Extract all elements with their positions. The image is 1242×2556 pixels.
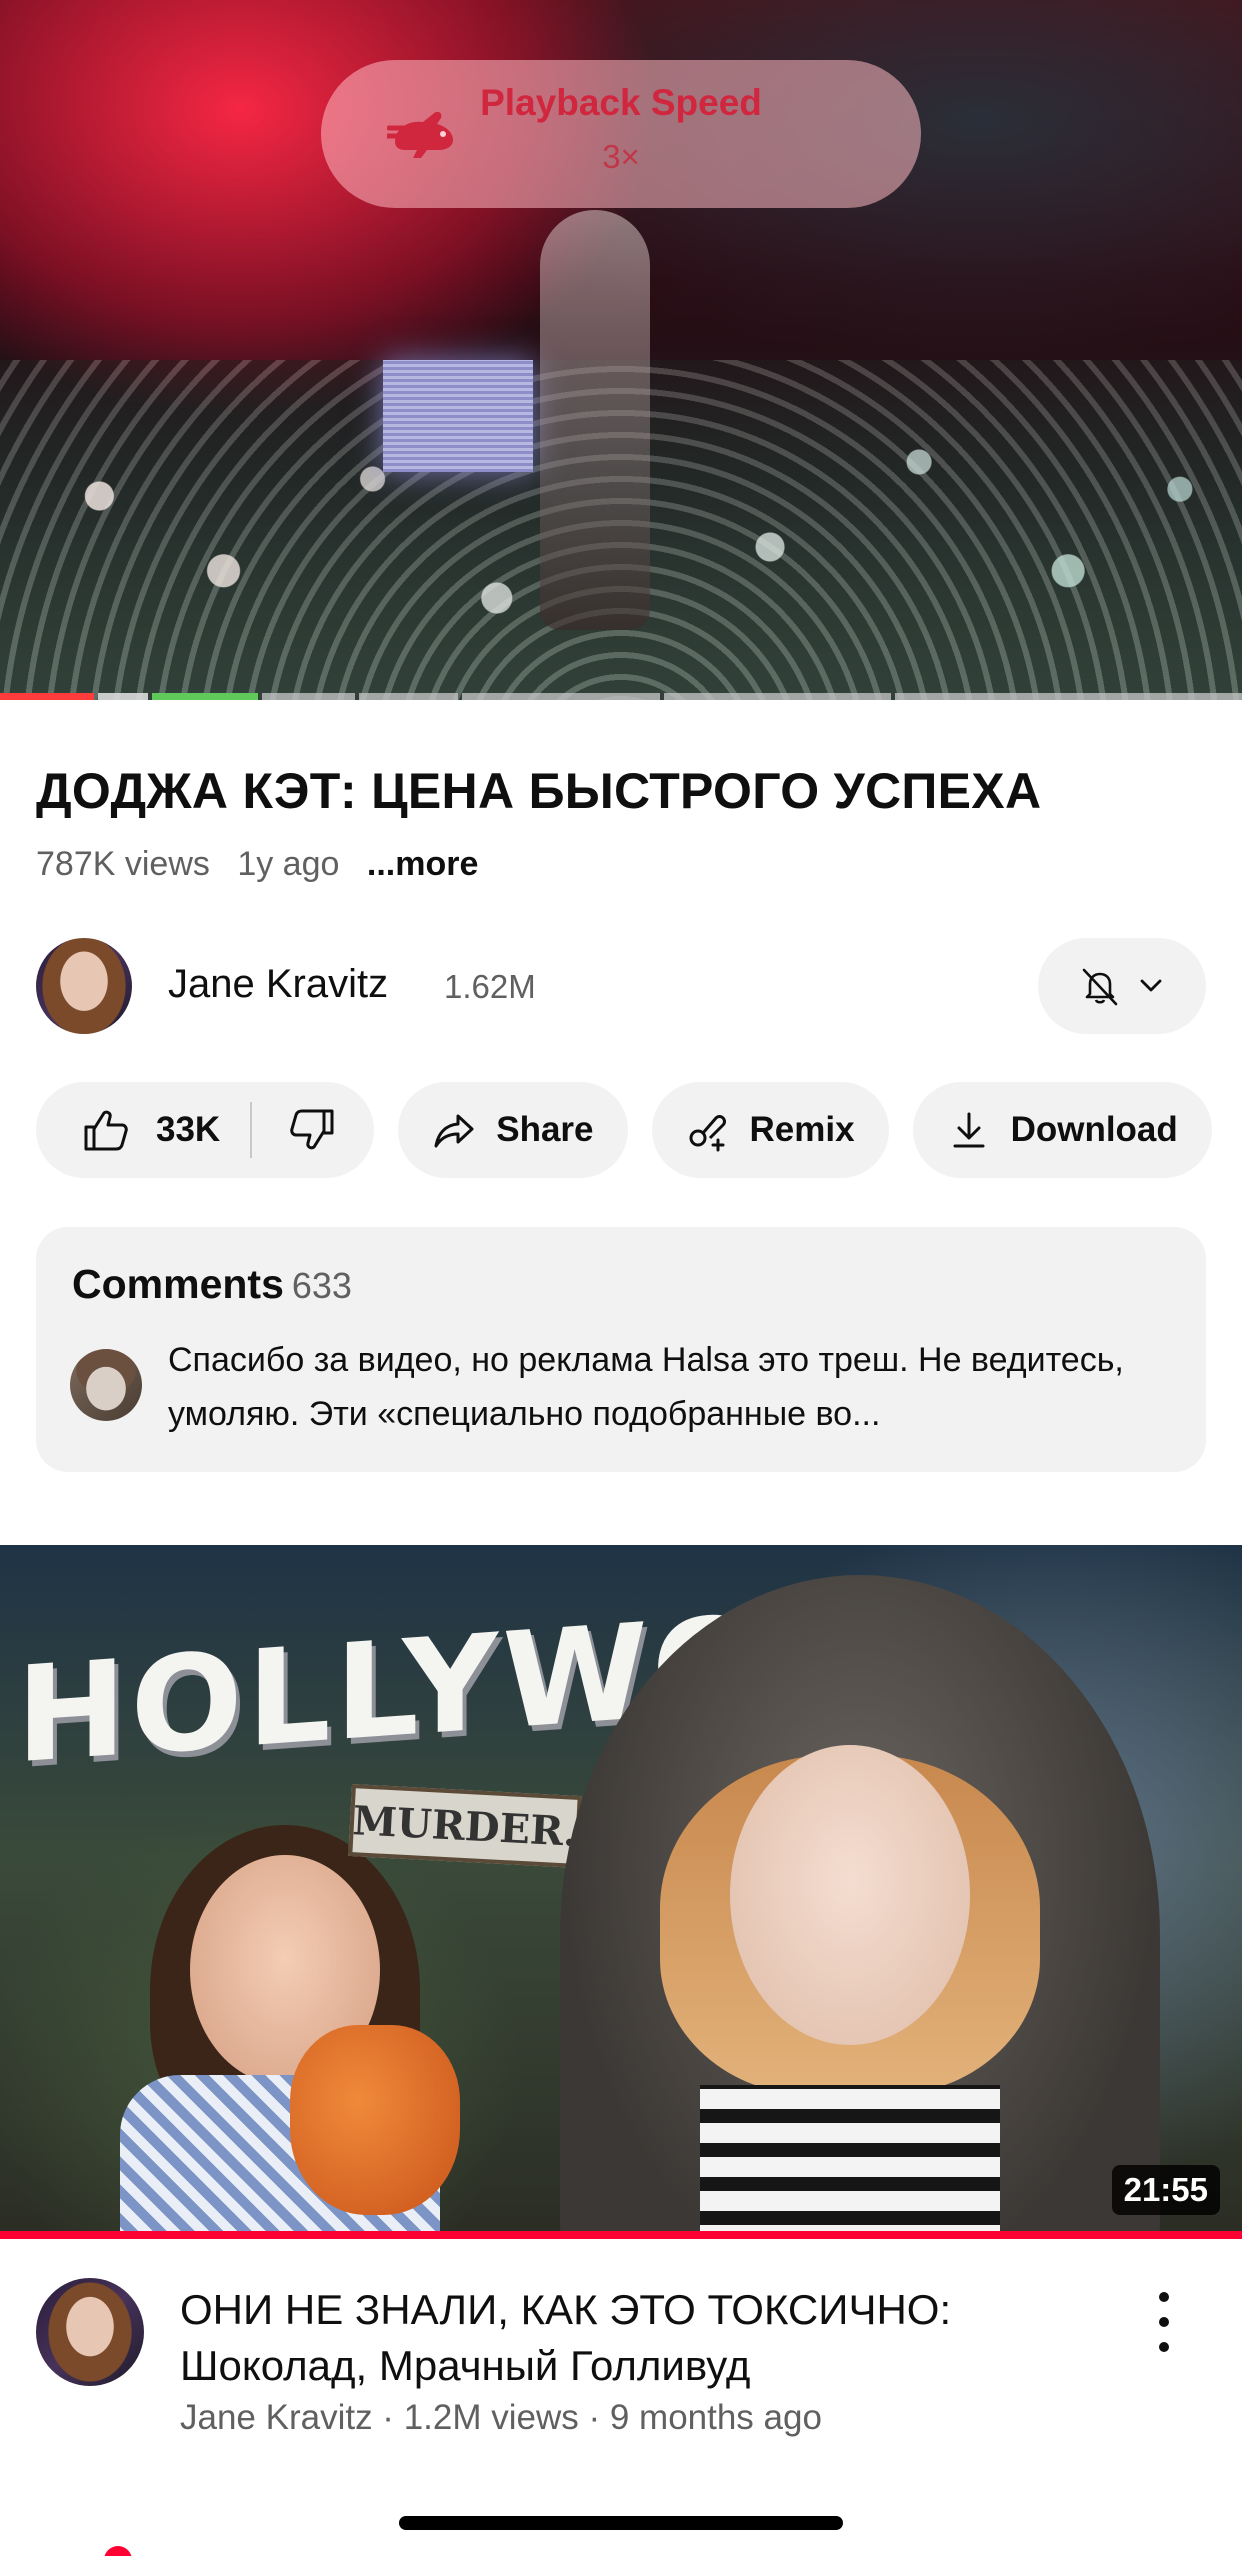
- progress-chapter-segment: [261, 693, 355, 700]
- thumbnail-woman-face: [730, 1745, 970, 2045]
- progress-chapter-segment: [98, 693, 148, 700]
- next-video-thumbnail[interactable]: HOLLYWOOD MURDER. 21:55: [0, 1545, 1242, 2237]
- thumbs-up-icon: [84, 1110, 128, 1151]
- thumbnail-skeleton-shirt: [700, 2085, 1000, 2237]
- thumbs-down-icon: [290, 1109, 334, 1150]
- video-frame-tv: [383, 360, 533, 472]
- next-video-meta: Jane Kravitz · 1.2M views · 9 months ago: [180, 2398, 822, 2437]
- like-button[interactable]: 33K: [36, 1082, 250, 1178]
- share-button[interactable]: Share: [398, 1082, 628, 1178]
- next-video-channel-avatar[interactable]: [36, 2278, 144, 2386]
- channel-avatar[interactable]: [36, 938, 132, 1034]
- progress-chapter-segment: [663, 693, 892, 700]
- comments-label: Comments: [72, 1261, 284, 1307]
- subscriber-count: 1.62M: [444, 968, 536, 1005]
- playback-speed-overlay: Playback Speed 3×: [321, 60, 921, 208]
- like-count: 33K: [156, 1110, 221, 1149]
- video-player[interactable]: Playback Speed 3×: [0, 0, 1242, 700]
- dislike-button[interactable]: [252, 1082, 374, 1178]
- progress-chapter-segment: [895, 693, 1242, 700]
- action-bar: 33K Share Remix Download: [36, 1082, 1212, 1178]
- share-label: Share: [496, 1110, 594, 1149]
- partial-item-peek: [104, 2546, 132, 2556]
- remix-label: Remix: [749, 1110, 855, 1149]
- video-progress-bar[interactable]: [0, 693, 1242, 700]
- more-options-icon[interactable]: [1152, 2292, 1176, 2352]
- bell-off-icon: [1082, 968, 1118, 1006]
- watched-progress-bar: [0, 2231, 1242, 2239]
- progress-sponsor-segment: [151, 693, 258, 700]
- remix-button[interactable]: Remix: [651, 1082, 889, 1178]
- next-video-title[interactable]: ОНИ НЕ ЗНАЛИ, КАК ЭТО ТОКСИЧНО: Шоколад,…: [180, 2282, 1120, 2394]
- commenter-avatar: [70, 1349, 142, 1421]
- home-indicator[interactable]: [399, 2516, 843, 2530]
- video-frame-figure: [540, 210, 650, 630]
- next-video-info[interactable]: ОНИ НЕ ЗНАЛИ, КАК ЭТО ТОКСИЧНО: Шоколад,…: [36, 2278, 1206, 2448]
- video-meta[interactable]: 787K views 1y ago ...more: [36, 845, 496, 884]
- progress-played-segment: [0, 693, 95, 700]
- thumbnail-murder-sign: MURDER.: [348, 1784, 582, 1868]
- video-title[interactable]: ДОДЖА КЭТ: ЦЕНА БЫСТРОГО УСПЕХА: [36, 762, 1041, 820]
- channel-row: Jane Kravitz 1.62M: [36, 938, 1206, 1034]
- thumbnail-pumpkin-bucket: [290, 2025, 460, 2215]
- comments-header: Comments 633: [72, 1261, 352, 1308]
- comments-count: 633: [291, 1265, 352, 1306]
- like-dislike-group: 33K: [36, 1082, 375, 1178]
- progress-chapter-segment: [461, 693, 660, 700]
- playback-speed-label: Playback Speed: [480, 82, 762, 123]
- chevron-down-icon: [1140, 979, 1162, 992]
- remix-icon: [689, 1115, 726, 1152]
- playback-speed-value: 3×: [602, 138, 640, 175]
- progress-chapter-segment: [358, 693, 458, 700]
- notification-settings-button[interactable]: [1038, 938, 1206, 1034]
- share-icon: [434, 1114, 474, 1148]
- comments-card[interactable]: Comments 633 Спасибо за видео, но реклама…: [36, 1227, 1206, 1472]
- download-label: Download: [1010, 1110, 1178, 1149]
- download-button[interactable]: Download: [912, 1082, 1212, 1178]
- download-icon: [953, 1112, 985, 1148]
- upload-age: 1y ago: [237, 845, 340, 883]
- video-duration-badge: 21:55: [1111, 2165, 1220, 2215]
- top-comment-text: Спасибо за видео, но реклама Halsa это т…: [168, 1341, 1124, 1433]
- more-link[interactable]: ...more: [367, 845, 478, 883]
- channel-name[interactable]: Jane Kravitz: [168, 962, 388, 1007]
- view-count: 787K views: [36, 845, 210, 883]
